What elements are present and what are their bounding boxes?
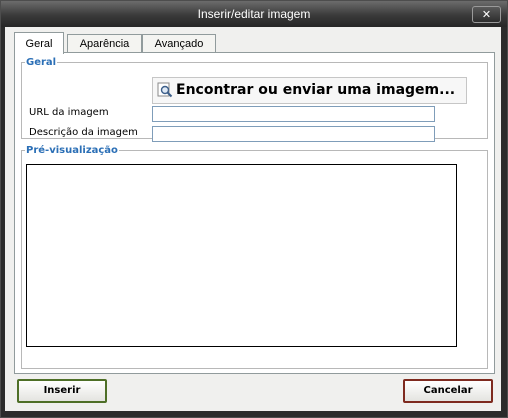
find-or-upload-image-button[interactable]: Encontrar ou enviar uma imagem...	[152, 77, 467, 104]
search-icon	[157, 82, 173, 98]
general-fieldset: Geral Encontrar ou enviar uma imagem... …	[21, 57, 488, 142]
insert-button-label: Inserir	[43, 385, 81, 396]
image-url-input[interactable]	[152, 106, 435, 122]
preview-fieldset: Pré-visualização	[21, 145, 488, 369]
tab-avancado[interactable]: Avançado	[142, 34, 216, 53]
tab-geral[interactable]: Geral	[14, 32, 64, 54]
image-description-input[interactable]	[152, 126, 435, 142]
dialog-title: Inserir/editar imagem	[197, 7, 311, 21]
image-dialog: Inserir/editar imagem ✕ Geral Aparência …	[0, 0, 508, 418]
tab-label: Aparência	[79, 38, 130, 50]
find-button-label: Encontrar ou enviar uma imagem...	[176, 82, 456, 98]
title-bar[interactable]: Inserir/editar imagem ✕	[1, 1, 507, 27]
preview-legend: Pré-visualização	[26, 145, 118, 156]
insert-button[interactable]: Inserir	[17, 379, 107, 403]
close-button[interactable]: ✕	[472, 6, 501, 23]
description-label: Descrição da imagem	[29, 127, 138, 138]
tab-label: Avançado	[154, 38, 204, 50]
url-label: URL da imagem	[29, 107, 109, 118]
image-preview-area	[26, 164, 457, 347]
close-icon: ✕	[481, 8, 492, 21]
dialog-body: Geral Aparência Avançado Geral Encontrar…	[5, 27, 501, 411]
cancel-button[interactable]: Cancelar	[403, 379, 493, 403]
tab-aparencia[interactable]: Aparência	[67, 34, 142, 53]
general-legend: Geral	[26, 57, 57, 68]
tab-panel-geral: Geral Encontrar ou enviar uma imagem... …	[14, 52, 495, 374]
tab-label: Geral	[25, 38, 53, 50]
cancel-button-label: Cancelar	[423, 385, 473, 396]
